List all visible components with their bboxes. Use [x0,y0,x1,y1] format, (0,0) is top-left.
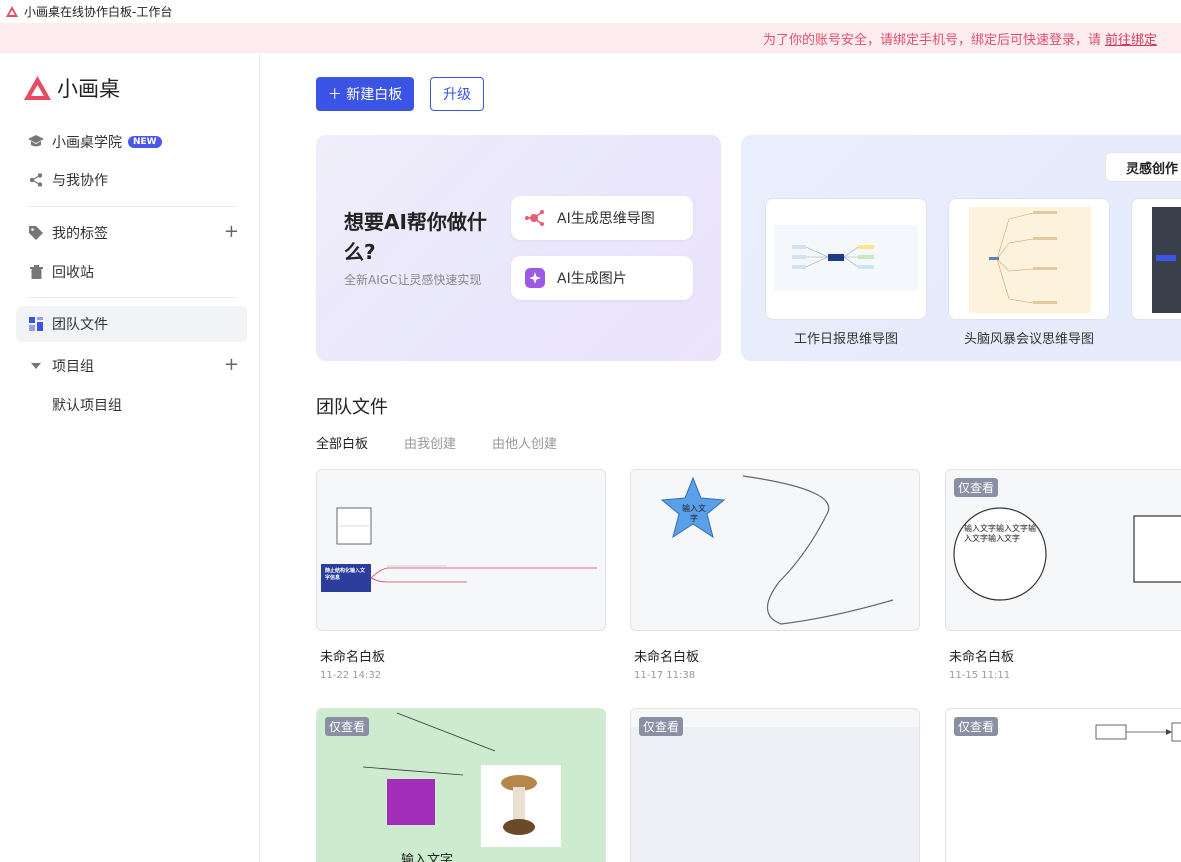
mindmap-thumbnail [969,207,1091,313]
board-thumbnail [660,475,894,625]
ai-mindmap-label: AI生成思维导图 [557,211,655,227]
brand-logo[interactable]: 小画桌 [24,73,120,103]
window-title: 小画桌在线协作白板-工作台 [24,5,173,19]
upgrade-button[interactable]: 升级 [430,77,484,111]
sidebar-item-tags[interactable]: 我的标签 + [16,215,247,251]
board-date: 11-22 14:32 [320,670,382,681]
template-thumb-ops[interactable] [1131,198,1181,320]
trash-icon [28,264,44,280]
sidebar-divider [28,206,236,207]
sidebar: 小画桌 小画桌学院 NEW 与我协作 我的标签 + 回收站 团队文件 项目组 +… [0,53,260,862]
template-thumb-brainstorm[interactable] [948,198,1110,320]
board-card[interactable]: 仅查看 输入文字 [316,708,606,862]
sidebar-item-label: 我的标签 [52,226,108,242]
grid-icon [28,316,44,332]
sidebar-divider [28,297,236,298]
sidebar-item-team-files[interactable]: 团队文件 [16,306,247,342]
board-card[interactable]: 输入文字 [630,469,920,631]
sidebar-item-label: 团队文件 [52,317,108,333]
security-notice-bar: 为了你的账号安全，请绑定手机号，绑定后可快速登录，请 前往绑定 [0,23,1181,53]
dark-thumbnail [1152,207,1181,313]
board-name[interactable]: 未命名白板 [320,646,385,665]
template-label: 工作日报思维导图 [793,332,898,347]
app-logo-icon [6,6,18,17]
board-thumbnail [321,507,597,592]
sidebar-item-trash[interactable]: 回收站 [16,254,247,290]
sidebar-item-default-project[interactable]: 默认项目组 [16,387,247,423]
add-project-icon[interactable]: + [224,356,239,374]
new-board-button[interactable]: ＋ 新建白板 [316,77,414,111]
inspiration-button[interactable]: 灵感创作 [1105,152,1181,182]
ai-title: 想要AI帮你做什么? [344,210,487,264]
read-only-tag: 仅查看 [954,717,999,736]
tag-icon [28,225,44,241]
sidebar-item-label: 项目组 [52,359,94,375]
sidebar-item-label: 与我协作 [52,173,108,189]
bind-phone-link[interactable]: 前往绑定 [1105,29,1157,48]
board-text: 随止结构化输入文字信息 [325,568,366,581]
main-content: ＋ 新建白板 升级 想要AI帮你做什么? 全新AIGC让灵感快速实现 AI生成思… [261,53,1181,862]
mindmap-icon [525,210,544,226]
tab-all-boards[interactable]: 全部白板 [316,433,368,452]
board-card[interactable]: 仅查看 输入文字输入文字输入文字输入文字 [945,469,1181,631]
board-card[interactable]: 仅查看 [945,708,1181,862]
mindmap-thumbnail [774,225,918,291]
team-files-title: 团队文件 [316,397,388,418]
brand-name: 小画桌 [57,77,120,101]
sidebar-item-label: 小画桌学院 [52,135,122,151]
read-only-tag: 仅查看 [639,717,684,736]
read-only-tag: 仅查看 [325,717,370,736]
sidebar-item-collab[interactable]: 与我协作 [16,162,247,198]
board-text: 输入文字 [401,853,454,862]
add-tag-icon[interactable]: + [224,223,239,241]
logo-icon [24,76,51,100]
board-card[interactable]: 随止结构化输入文字信息 [316,469,606,631]
ai-image-label: AI生成图片 [557,271,627,287]
board-name[interactable]: 未命名白板 [949,646,1014,665]
template-thumb-daily-report[interactable] [765,198,927,320]
sidebar-item-label: 回收站 [52,265,94,281]
template-label: 运营 [1127,328,1181,347]
read-only-tag: 仅查看 [954,478,999,497]
sidebar-item-academy[interactable]: 小画桌学院 NEW [16,124,247,160]
notice-text: 为了你的账号安全，请绑定手机号，绑定后可快速登录，请 [762,32,1101,48]
graduation-cap-icon [28,134,44,150]
star-text: 输入文字 [682,504,706,523]
ai-subtitle: 全新AIGC让灵感快速实现 [344,273,482,287]
circle-text: 输入文字输入文字输入文字输入文字 [964,524,1036,543]
template-label: 头脑风暴会议思维导图 [963,332,1094,347]
ai-image-button[interactable]: AI生成图片 [511,256,693,300]
board-date: 11-17 11:38 [634,670,696,681]
ai-card: 想要AI帮你做什么? 全新AIGC让灵感快速实现 AI生成思维导图 AI生成图片 [316,135,721,361]
board-date: 11-15 11:11 [949,670,1011,681]
template-card: 灵感创作 工作日报思维导图 头脑风暴会议思维导图 [741,135,1181,361]
new-badge: NEW [128,136,162,148]
caret-down-icon [28,358,44,374]
share-icon [28,172,44,188]
window-titlebar: 小画桌在线协作白板-工作台 [0,0,1181,23]
board-name[interactable]: 未命名白板 [634,646,699,665]
sidebar-item-projects[interactable]: 项目组 + [16,348,247,384]
image-sparkle-icon [525,268,545,288]
tab-created-by-others[interactable]: 由他人创建 [492,433,557,452]
board-card[interactable]: 仅查看 [630,708,920,862]
sidebar-item-label: 默认项目组 [52,398,122,414]
tab-created-by-me[interactable]: 由我创建 [404,433,456,452]
ai-mindmap-button[interactable]: AI生成思维导图 [511,196,693,240]
